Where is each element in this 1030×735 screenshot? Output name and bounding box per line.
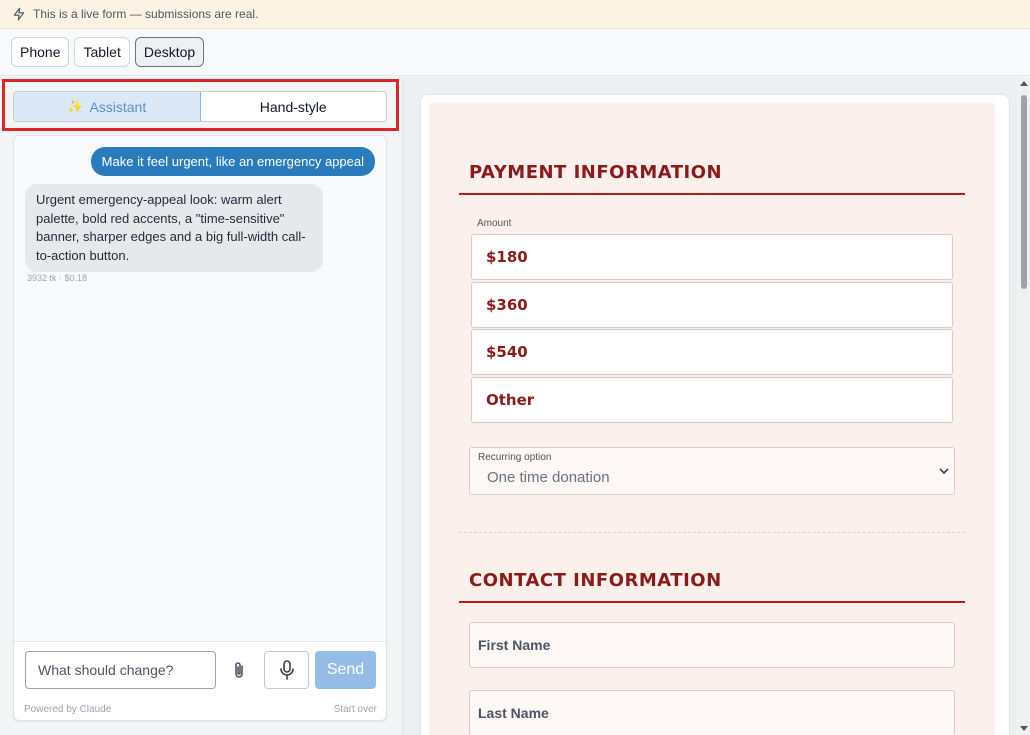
form-preview: PAYMENT INFORMATION Amount $180 $360 $54… — [402, 77, 1017, 735]
recurring-select[interactable]: Recurring option One time donation — [469, 447, 955, 495]
device-phone-button[interactable]: Phone — [11, 37, 70, 67]
contact-section-title: CONTACT INFORMATION — [469, 570, 722, 591]
paperclip-icon[interactable] — [231, 660, 247, 680]
device-toolbar: Phone Tablet Desktop — [0, 29, 1030, 76]
section-separator — [459, 532, 965, 533]
user-message: Make it feel urgent, like an emergency a… — [90, 147, 375, 176]
send-button[interactable]: Send — [315, 651, 376, 689]
amount-option-other[interactable]: Other — [471, 377, 953, 423]
bolt-icon — [13, 7, 25, 21]
start-over-link[interactable]: Start over — [334, 704, 377, 715]
amount-option-540[interactable]: $540 — [471, 329, 953, 375]
scroll-down-icon[interactable] — [1020, 726, 1028, 731]
donation-form: PAYMENT INFORMATION Amount $180 $360 $54… — [429, 103, 995, 735]
amount-option-180[interactable]: $180 — [471, 234, 953, 280]
chat-composer: What should change? Send Powered by Clau… — [13, 641, 387, 721]
chat-thread[interactable]: Make it feel urgent, like an emergency a… — [13, 135, 387, 722]
section-divider — [459, 601, 965, 603]
assistant-message: Urgent emergency-appeal look: warm alert… — [25, 184, 323, 272]
scroll-up-icon[interactable] — [1020, 81, 1028, 86]
usage-meta: 3932 tk · $0.18 — [27, 273, 88, 283]
powered-by-label: Powered by Claude — [24, 704, 112, 715]
recurring-value: One time donation — [487, 469, 610, 486]
first-name-field[interactable]: First Name — [469, 622, 955, 668]
amount-label: Amount — [477, 218, 512, 229]
preview-card: PAYMENT INFORMATION Amount $180 $360 $54… — [420, 94, 1010, 735]
device-tablet-button[interactable]: Tablet — [74, 37, 130, 67]
banner-text: This is a live form — submissions are re… — [33, 7, 259, 21]
amount-option-360[interactable]: $360 — [471, 282, 953, 328]
live-form-banner: This is a live form — submissions are re… — [0, 0, 1030, 29]
section-divider — [459, 193, 965, 195]
prompt-input[interactable]: What should change? — [25, 651, 216, 689]
preview-scrollbar[interactable] — [1017, 77, 1030, 735]
recurring-label: Recurring option — [478, 452, 552, 463]
device-desktop-button[interactable]: Desktop — [134, 37, 205, 67]
payment-section-title: PAYMENT INFORMATION — [469, 162, 723, 183]
microphone-icon — [279, 660, 294, 680]
assistant-panel: ✨ Assistant Hand-style Make it feel urge… — [0, 77, 402, 735]
scrollbar-thumb[interactable] — [1021, 95, 1027, 289]
chevron-down-icon — [939, 468, 949, 475]
microphone-button[interactable] — [264, 651, 309, 689]
last-name-field[interactable]: Last Name — [469, 690, 955, 735]
highlight-box — [2, 79, 399, 131]
